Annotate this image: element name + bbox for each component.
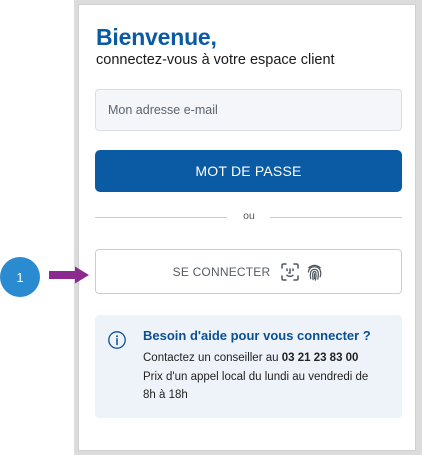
help-title: Besoin d'aide pour vous connecter ? <box>143 328 371 343</box>
help-phone-number: 03 21 23 83 00 <box>281 352 359 364</box>
page-title: Bienvenue, <box>96 24 217 50</box>
email-placeholder: Mon adresse e-mail <box>108 103 218 117</box>
face-id-icon <box>281 262 300 281</box>
divider-text: ou <box>243 210 255 222</box>
divider-line-left <box>95 217 227 218</box>
info-icon <box>108 331 126 349</box>
annotation-arrow-icon <box>49 266 89 284</box>
password-button-label: MOT DE PASSE <box>195 163 302 179</box>
step-badge: 1 <box>0 257 40 297</box>
help-hours-line-2: 8h à 18h <box>143 389 188 401</box>
step-number: 1 <box>16 269 24 285</box>
connect-button-label: SE CONNECTER <box>172 264 271 279</box>
help-box: Besoin d'aide pour vous connecter ? Cont… <box>95 315 402 418</box>
fingerprint-icon <box>308 264 322 281</box>
help-contact-line: Contactez un conseiller au 03 21 23 83 0… <box>143 352 358 364</box>
email-field[interactable]: Mon adresse e-mail <box>95 89 402 131</box>
divider-line-right <box>270 217 402 218</box>
password-button[interactable]: MOT DE PASSE <box>95 150 402 192</box>
help-contact-text: Contactez un conseiller au <box>143 352 282 364</box>
help-hours-line-1: Prix d'un appel local du lundi au vendre… <box>143 371 369 383</box>
biometric-connect-button[interactable]: SE CONNECTER <box>95 249 402 294</box>
page-subtitle: connectez-vous à votre espace client <box>96 52 335 68</box>
